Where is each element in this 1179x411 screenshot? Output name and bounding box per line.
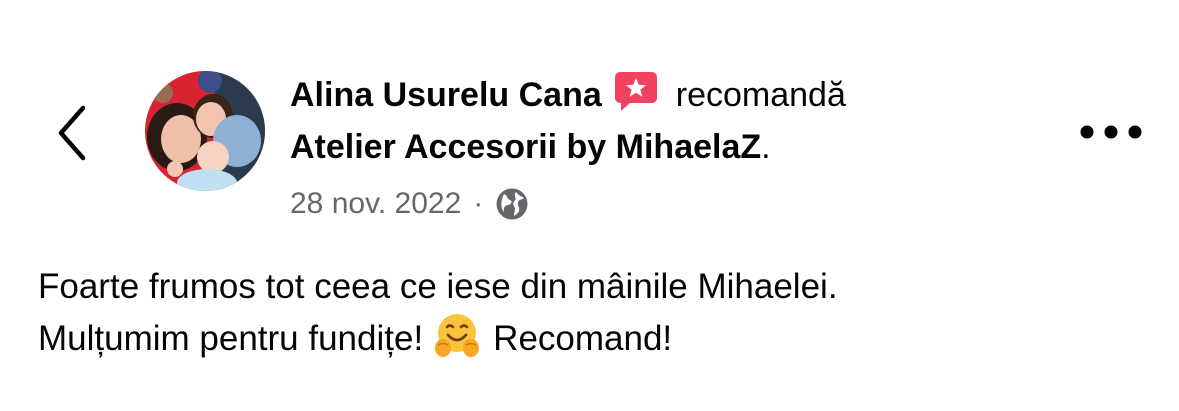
ellipsis-icon bbox=[1080, 125, 1142, 139]
hugging-face-emoji bbox=[433, 312, 481, 360]
meta-separator: · bbox=[473, 187, 484, 220]
page-name-suffix: . bbox=[761, 128, 771, 166]
post-text-line-2: Mulțumim pentru fundițe! Recomand! bbox=[38, 312, 1138, 364]
avatar-photo bbox=[145, 71, 265, 191]
post-text-line-2-end: Recomand! bbox=[493, 319, 673, 358]
author-name[interactable]: Alina Usurelu Cana bbox=[290, 76, 602, 114]
post-text-line-1: Foarte frumos tot ceea ce iese din mâini… bbox=[38, 267, 838, 306]
post-view: Alina Usurelu Cana recomandă Atelier Acc… bbox=[0, 0, 1179, 411]
more-options-button[interactable] bbox=[1076, 112, 1146, 152]
post-meta: 28 nov. 2022 · bbox=[290, 184, 1050, 224]
avatar[interactable] bbox=[145, 71, 265, 191]
post-date[interactable]: 28 nov. 2022 bbox=[290, 184, 461, 224]
post-text-line-2-start: Mulțumim pentru fundițe! bbox=[38, 319, 424, 358]
chevron-left-icon bbox=[58, 105, 86, 161]
recommend-star-icon bbox=[614, 70, 658, 124]
recommends-label: recomandă bbox=[675, 76, 846, 114]
back-button[interactable] bbox=[44, 98, 100, 168]
post-text: Foarte frumos tot ceea ce iese din mâini… bbox=[38, 262, 1138, 364]
recommended-page-link[interactable]: Atelier Accesorii by MihaelaZ bbox=[290, 128, 761, 166]
globe-icon[interactable] bbox=[495, 187, 529, 221]
post-header: Alina Usurelu Cana recomandă Atelier Acc… bbox=[290, 70, 1050, 224]
